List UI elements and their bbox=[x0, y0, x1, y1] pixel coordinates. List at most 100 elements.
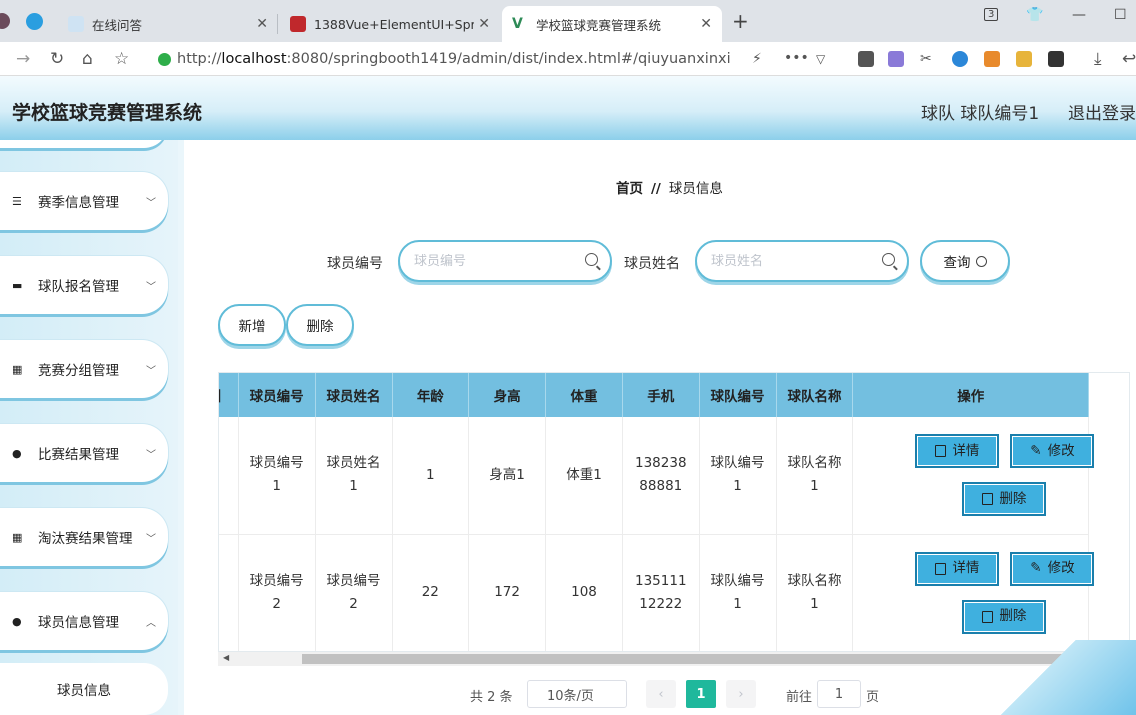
reader-icon[interactable] bbox=[858, 51, 874, 67]
pen-icon: ✎ bbox=[1030, 560, 1042, 576]
prev-page-button[interactable]: ‹ bbox=[646, 680, 676, 708]
col-weight: 体重 bbox=[545, 373, 623, 417]
cell-operations: 详情 ✎ 修改 删除 bbox=[852, 534, 1095, 651]
table-header-row: 索引 球员编号 球员姓名 年龄 身高 体重 手机 球队编号 球队名称 操作 bbox=[219, 373, 1089, 417]
browser-tab-bar: 在线问答 ✕ 1388Vue+ElementUI+Spring ✕ V 学校篮球… bbox=[0, 0, 1136, 42]
breadcrumb-current: 球员信息 bbox=[668, 181, 723, 197]
edit-button[interactable]: ✎ 修改 bbox=[1010, 551, 1095, 586]
download-icon[interactable]: ⤓ bbox=[1094, 49, 1102, 69]
next-page-button[interactable]: › bbox=[726, 680, 756, 708]
apps-grid-icon[interactable] bbox=[1048, 51, 1064, 67]
detail-button[interactable]: 详情 bbox=[915, 434, 1000, 468]
vue-logo-icon: V bbox=[512, 16, 523, 32]
search-icon bbox=[585, 253, 598, 266]
delete-row-button[interactable]: 删除 bbox=[962, 599, 1047, 634]
cell-player-name: 球员姓名1 bbox=[315, 417, 393, 535]
back-icon[interactable]: → bbox=[16, 49, 30, 69]
close-tab-icon[interactable]: ✕ bbox=[256, 16, 268, 32]
chevron-down-icon: ﹀ bbox=[146, 365, 156, 377]
cell-index bbox=[219, 534, 239, 651]
add-button[interactable]: 新增 bbox=[218, 304, 286, 346]
new-tab-button[interactable]: + bbox=[732, 9, 749, 33]
pagination-total: 共 2 条 bbox=[470, 690, 513, 705]
page-1-button[interactable]: 1 bbox=[686, 680, 716, 708]
search-ext-icon[interactable] bbox=[952, 51, 968, 67]
edit-button[interactable]: ✎ 修改 bbox=[1010, 434, 1095, 468]
tab-basketball-system[interactable]: V 学校篮球竞赛管理系统 ✕ bbox=[502, 6, 722, 42]
grid-icon: ▦ bbox=[12, 530, 23, 544]
col-team-name: 球队名称 bbox=[776, 373, 854, 417]
breadcrumb: 首页//球员信息 bbox=[616, 181, 723, 197]
lightning-icon[interactable]: ⚡ bbox=[752, 51, 762, 67]
delete-row-button[interactable]: 删除 bbox=[962, 482, 1047, 516]
scrollbar-thumb[interactable] bbox=[302, 654, 1068, 664]
goto-label: 前往 bbox=[786, 690, 813, 705]
bookmark-star-icon[interactable]: ☆ bbox=[114, 49, 129, 69]
batch-delete-button[interactable]: 删除 bbox=[286, 304, 354, 346]
sidebar-item-team-signup[interactable]: ▬ 球队报名管理 ﹀ bbox=[0, 256, 168, 314]
document-icon bbox=[935, 445, 947, 457]
reload-icon[interactable]: ↻ bbox=[50, 49, 64, 69]
sidebar-subitem-player-info[interactable]: 球员信息 bbox=[0, 663, 168, 715]
table-row: 球员编号2 球员编号2 22 172 108 13511112222 球队编号1… bbox=[219, 534, 1095, 651]
cell-age: 1 bbox=[392, 417, 470, 535]
cell-index bbox=[219, 417, 239, 535]
grid-icon: ▦ bbox=[12, 362, 23, 376]
translate-icon[interactable] bbox=[888, 51, 904, 67]
sidebar-item-match-results[interactable]: ● 比赛结果管理 ﹀ bbox=[0, 424, 168, 482]
monitor-icon: ▬ bbox=[12, 278, 23, 292]
tab-vue-project[interactable]: 1388Vue+ElementUI+Spring ✕ bbox=[280, 6, 500, 42]
telegram-icon[interactable] bbox=[26, 13, 43, 30]
cell-weight: 体重1 bbox=[545, 417, 623, 535]
fox-ext-icon[interactable] bbox=[984, 51, 1000, 67]
breadcrumb-home[interactable]: 首页 bbox=[616, 181, 643, 197]
query-button[interactable]: 查询 bbox=[920, 240, 1010, 282]
chevron-down-icon: ﹀ bbox=[146, 449, 156, 461]
scroll-left-icon[interactable]: ◀ bbox=[223, 653, 229, 662]
player-name-label: 球员姓名 bbox=[624, 256, 680, 272]
player-name-input[interactable] bbox=[711, 253, 871, 269]
sidebar-item-players[interactable]: ● 球员信息管理 ︿ bbox=[0, 592, 168, 650]
player-code-label: 球员编号 bbox=[327, 256, 383, 272]
cell-team-code: 球队编号1 bbox=[699, 417, 777, 535]
shield-ext-icon[interactable] bbox=[1016, 51, 1032, 67]
close-tab-icon[interactable]: ✕ bbox=[700, 16, 712, 32]
tab-online-qa[interactable]: 在线问答 ✕ bbox=[58, 6, 278, 42]
player-table: 索引 球员编号 球员姓名 年龄 身高 体重 手机 球队编号 球队名称 操作 球员… bbox=[218, 372, 1130, 652]
minimize-icon[interactable]: — bbox=[1072, 7, 1086, 23]
tab-count-badge[interactable]: 3 bbox=[984, 8, 999, 21]
shirt-icon[interactable]: 👕 bbox=[1026, 7, 1043, 23]
current-user: 球队 球队编号1 bbox=[921, 104, 1040, 124]
tab-favicon-icon bbox=[68, 16, 84, 32]
player-code-input[interactable] bbox=[414, 253, 574, 269]
maximize-icon[interactable]: ☐ bbox=[1114, 7, 1127, 23]
logout-link[interactable]: 退出登录 bbox=[1068, 99, 1136, 124]
page-size-select[interactable]: 10条/页 bbox=[527, 680, 627, 708]
goto-suffix: 页 bbox=[866, 690, 880, 705]
profile-avatar[interactable] bbox=[0, 13, 10, 29]
col-player-code: 球员编号 bbox=[238, 373, 316, 417]
more-icon[interactable]: ••• bbox=[784, 50, 809, 66]
cell-team-code: 球队编号1 bbox=[699, 534, 777, 651]
chevron-down-icon: ﹀ bbox=[146, 533, 156, 545]
close-tab-icon[interactable]: ✕ bbox=[478, 16, 490, 32]
chevron-right-icon: › bbox=[738, 686, 744, 702]
app-title: 学校篮球竞赛管理系统 bbox=[12, 102, 203, 124]
home-icon[interactable]: ⌂ bbox=[82, 49, 93, 69]
search-icon bbox=[882, 253, 895, 266]
sidebar-item-knockout[interactable]: ▦ 淘汰赛结果管理 ﹀ bbox=[0, 508, 168, 566]
app-header: 学校篮球竞赛管理系统 球队 球队编号1 退出登录 bbox=[0, 76, 1136, 140]
url-field[interactable]: http://localhost:8080/springbooth1419/ad… bbox=[150, 47, 840, 71]
goto-page-input[interactable]: 1 bbox=[817, 680, 861, 708]
scissors-icon[interactable]: ✂ bbox=[920, 51, 932, 67]
sidebar-item-grouping[interactable]: ▦ 竞赛分组管理 ﹀ bbox=[0, 340, 168, 398]
col-height: 身高 bbox=[468, 373, 547, 417]
col-player-name: 球员姓名 bbox=[315, 373, 393, 417]
secure-icon bbox=[158, 52, 171, 66]
sidebar-item-season[interactable]: ☰ 赛季信息管理 ﹀ bbox=[0, 172, 168, 230]
cell-player-code: 球员编号2 bbox=[238, 534, 316, 651]
chevron-down-icon[interactable]: ▽ bbox=[816, 52, 825, 66]
detail-button[interactable]: 详情 bbox=[915, 551, 1000, 586]
undo-icon[interactable]: ↩ bbox=[1122, 49, 1136, 69]
cell-team-name: 球队名称1 bbox=[776, 534, 854, 651]
